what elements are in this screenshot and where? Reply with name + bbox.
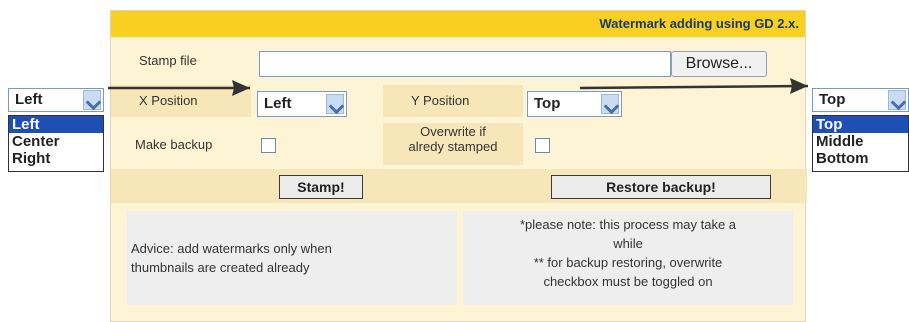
callout-arrows — [108, 78, 809, 96]
right-arrow-line — [579, 84, 809, 90]
arrow-head-icon — [232, 80, 250, 96]
arrow-head-icon — [790, 78, 808, 94]
